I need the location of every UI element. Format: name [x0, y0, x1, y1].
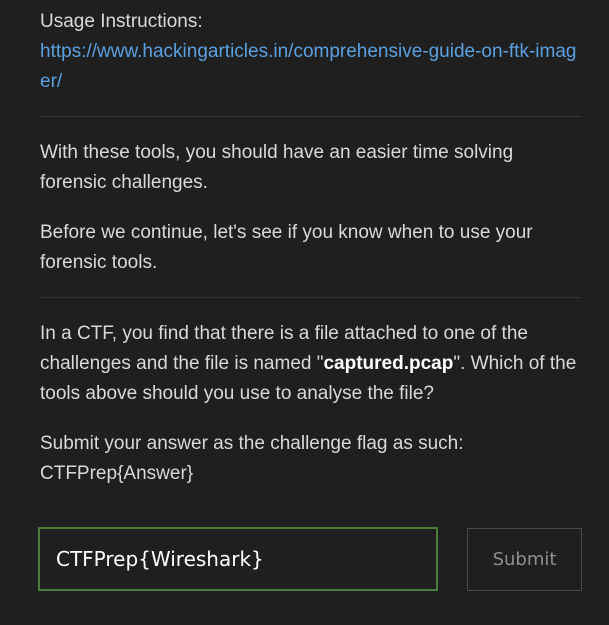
question-text: In a CTF, you find that there is a file …: [40, 319, 581, 409]
usage-link[interactable]: https://www.hackingarticles.in/comprehen…: [40, 41, 576, 92]
submit-button[interactable]: Submit: [467, 528, 582, 591]
flag-instructions: Submit your answer as the challenge flag…: [40, 429, 581, 489]
challenge-panel: Usage Instructions: https://www.hackinga…: [0, 0, 609, 625]
flag-format: CTFPrep{Answer}: [40, 463, 194, 484]
intro-section: With these tools, you should have an eas…: [40, 138, 581, 278]
question-section: In a CTF, you find that there is a file …: [40, 319, 581, 489]
usage-label: Usage Instructions:: [40, 11, 203, 32]
intro-paragraph-2: Before we continue, let's see if you kno…: [40, 222, 533, 273]
flag-instructions-line-1: Submit your answer as the challenge flag…: [40, 433, 464, 454]
divider-1: [40, 116, 581, 117]
intro-paragraph-1: With these tools, you should have an eas…: [40, 142, 514, 193]
answer-input[interactable]: [38, 527, 438, 591]
usage-section: Usage Instructions: https://www.hackinga…: [40, 7, 581, 97]
question-filename: captured.pcap: [323, 353, 454, 374]
divider-2: [40, 297, 581, 298]
